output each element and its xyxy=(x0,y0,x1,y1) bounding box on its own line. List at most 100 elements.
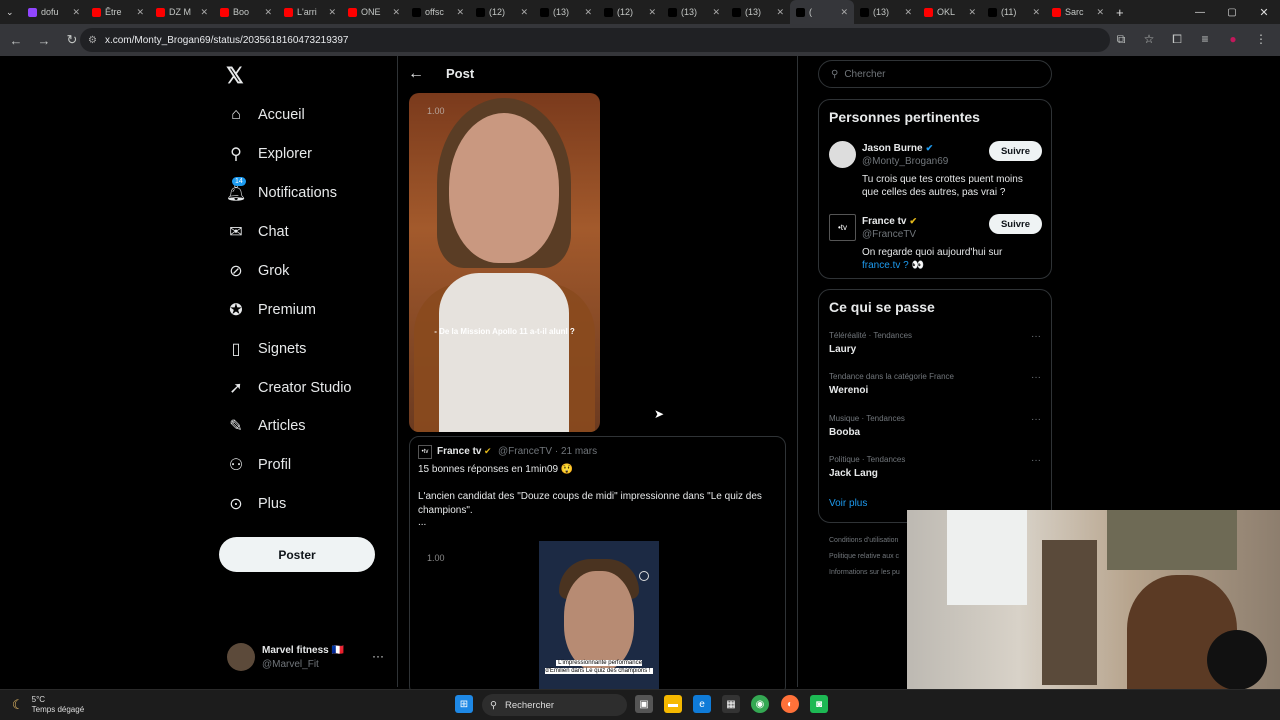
close-window-icon[interactable]: ✕ xyxy=(1248,6,1280,19)
sidebar-item-signets[interactable]: ▯ Signets xyxy=(226,336,307,362)
trend-item[interactable]: Téléréalité · Tendances Laury ··· xyxy=(829,331,1041,355)
more-icon[interactable]: ··· xyxy=(1031,331,1041,342)
notification-badge: 14 xyxy=(232,177,246,186)
browser-tab[interactable]: (12) ✕ xyxy=(470,0,534,24)
browser-tab[interactable]: (✕ xyxy=(790,0,854,24)
new-tab-button[interactable]: + xyxy=(1110,0,1132,24)
browser-tab[interactable]: Être ✕ xyxy=(86,0,150,24)
sidebar-item-premium[interactable]: ✪ Premium xyxy=(226,297,316,323)
close-tab-icon[interactable]: ✕ xyxy=(520,7,528,18)
person-card[interactable]: Jason Burne ✔ @Monty_Brogan69 Tu crois qu… xyxy=(829,141,1042,201)
browser-tab[interactable]: Sarc ✕ xyxy=(1046,0,1110,24)
taskbar-search[interactable]: ⚲ Rechercher xyxy=(482,694,627,716)
store-icon[interactable]: ▦ xyxy=(722,695,740,713)
close-tab-icon[interactable]: ✕ xyxy=(648,7,656,18)
sidebar-item-notifications[interactable]: 🔔︎ 14 Notifications xyxy=(226,177,337,206)
file-explorer-icon[interactable]: ▬ xyxy=(664,695,682,713)
close-tab-icon[interactable]: ✕ xyxy=(904,7,912,18)
bookmark-star-icon[interactable]: ☆ xyxy=(1140,28,1158,50)
forward-icon[interactable]: → xyxy=(32,28,56,52)
show-more-link[interactable]: Voir plus xyxy=(829,498,867,509)
site-info-icon[interactable]: ⚙ xyxy=(88,35,97,46)
close-tab-icon[interactable]: ✕ xyxy=(776,7,784,18)
more-icon[interactable]: ··· xyxy=(1031,372,1041,383)
post-button[interactable]: Poster xyxy=(219,537,375,572)
windows-start-icon[interactable]: ⊞ xyxy=(455,695,473,713)
close-tab-icon[interactable]: ✕ xyxy=(136,7,144,18)
close-tab-icon[interactable]: ✕ xyxy=(72,7,80,18)
sidebar-item-creator-studio[interactable]: ➚ Creator Studio xyxy=(226,375,351,401)
trend-item[interactable]: Tendance dans la catégorie France Wereno… xyxy=(829,372,1041,396)
browser-tab[interactable]: (11) ✕ xyxy=(982,0,1046,24)
browser-tab[interactable]: Boo ✕ xyxy=(214,0,278,24)
footer-link[interactable]: Politique relative aux c xyxy=(829,553,899,560)
back-icon[interactable]: ← xyxy=(4,28,28,52)
back-arrow-icon[interactable]: ← xyxy=(408,65,424,83)
avatar xyxy=(829,141,856,168)
profile-link[interactable]: france.tv ? 👀 xyxy=(862,260,924,271)
tab-favicon-icon xyxy=(796,7,805,17)
media-icon[interactable]: ≡ xyxy=(1196,28,1214,50)
browser-tab[interactable]: ONE ✕ xyxy=(342,0,406,24)
sidebar-item-chat[interactable]: ✉ Chat xyxy=(226,219,288,245)
trend-item[interactable]: Musique · Tendances Booba ··· xyxy=(829,414,1041,438)
verified-badge-icon: ✔ xyxy=(484,446,492,456)
close-tab-icon[interactable]: ✕ xyxy=(584,7,592,18)
install-icon[interactable]: ⧉ xyxy=(1112,28,1130,50)
browser-tab[interactable]: (13) ✕ xyxy=(726,0,790,24)
more-icon[interactable]: ··· xyxy=(1031,414,1041,425)
close-tab-icon[interactable]: ✕ xyxy=(264,7,272,18)
browser-tab[interactable]: OKL ✕ xyxy=(918,0,982,24)
video-player[interactable]: 1.00 - De la Mission Apollo 11 a-t-il al… xyxy=(409,93,600,432)
browser-tab[interactable]: (13) ✕ xyxy=(662,0,726,24)
more-icon[interactable]: ··· xyxy=(1031,455,1041,466)
browser-tab[interactable]: (13) ✕ xyxy=(534,0,598,24)
sidebar-item-plus[interactable]: ⊙ Plus xyxy=(226,491,286,517)
sidebar-item-accueil[interactable]: ⌂ Accueil xyxy=(226,102,305,128)
maximize-icon[interactable]: ▢ xyxy=(1216,7,1248,18)
close-tab-icon[interactable]: ✕ xyxy=(392,7,400,18)
url-bar[interactable]: ⚙ x.com/Monty_Brogan69/status/2035618160… xyxy=(80,28,1110,52)
tab-list-button[interactable]: ⌄ xyxy=(0,0,22,24)
close-tab-icon[interactable]: ✕ xyxy=(1096,7,1104,18)
person-card[interactable]: •tv France tv ✔ @FranceTV On regarde quoi… xyxy=(829,214,1042,274)
browser-tab[interactable]: DZ M ✕ xyxy=(150,0,214,24)
close-tab-icon[interactable]: ✕ xyxy=(712,7,720,18)
sidebar-item-explorer[interactable]: ⚲ Explorer xyxy=(226,141,312,167)
minimize-icon[interactable]: — xyxy=(1184,7,1216,18)
menu-icon[interactable]: ⋮ xyxy=(1252,28,1270,50)
quote-video-player[interactable]: L'impressionnante performance d'Emilien … xyxy=(539,541,659,697)
browser-tab[interactable]: L'arri ✕ xyxy=(278,0,342,24)
follow-button[interactable]: Suivre xyxy=(989,214,1042,234)
close-tab-icon[interactable]: ✕ xyxy=(328,7,336,18)
more-icon[interactable]: ··· xyxy=(372,649,384,663)
close-tab-icon[interactable]: ✕ xyxy=(200,7,208,18)
sidebar-item-articles[interactable]: ✎ Articles xyxy=(226,413,305,439)
edge-icon[interactable]: e xyxy=(693,695,711,713)
sidebar-item-grok[interactable]: ⊘ Grok xyxy=(226,258,289,284)
profile-icon[interactable]: ● xyxy=(1224,28,1242,50)
weather-widget[interactable]: ☾ 5°C Temps dégagé xyxy=(12,695,84,715)
browser-tab[interactable]: (13) ✕ xyxy=(854,0,918,24)
close-tab-icon[interactable]: ✕ xyxy=(1032,7,1040,18)
sidebar-item-profil[interactable]: ⚇ Profil xyxy=(226,452,291,478)
quoted-post[interactable]: •tv France tv ✔ @FranceTV · 21 mars 15 b… xyxy=(409,436,786,697)
x-logo-icon[interactable]: 𝕏 xyxy=(226,63,244,89)
footer-link[interactable]: Conditions d'utilisation xyxy=(829,537,898,544)
close-tab-icon[interactable]: ✕ xyxy=(968,7,976,18)
task-view-icon[interactable]: ▣ xyxy=(635,695,653,713)
chrome-icon[interactable]: ◉ xyxy=(751,695,769,713)
extensions-icon[interactable]: ⧠ xyxy=(1168,28,1186,50)
account-switcher[interactable]: Marvel fitness 🇫🇷 @Marvel_Fit ··· xyxy=(227,643,397,673)
trend-item[interactable]: Politique · Tendances Jack Lang ··· xyxy=(829,455,1041,479)
close-tab-icon[interactable]: ✕ xyxy=(840,7,848,18)
app-icon[interactable]: ◙ xyxy=(810,695,828,713)
browser-tab[interactable]: dofu ✕ xyxy=(22,0,86,24)
close-tab-icon[interactable]: ✕ xyxy=(456,7,464,18)
follow-button[interactable]: Suivre xyxy=(989,141,1042,161)
footer-link[interactable]: Informations sur les pu xyxy=(829,569,900,576)
firefox-icon[interactable]: ◐ xyxy=(781,695,799,713)
browser-tab[interactable]: offsc ✕ xyxy=(406,0,470,24)
browser-tab[interactable]: (12) ✕ xyxy=(598,0,662,24)
search-input[interactable]: ⚲ Chercher xyxy=(818,60,1052,88)
